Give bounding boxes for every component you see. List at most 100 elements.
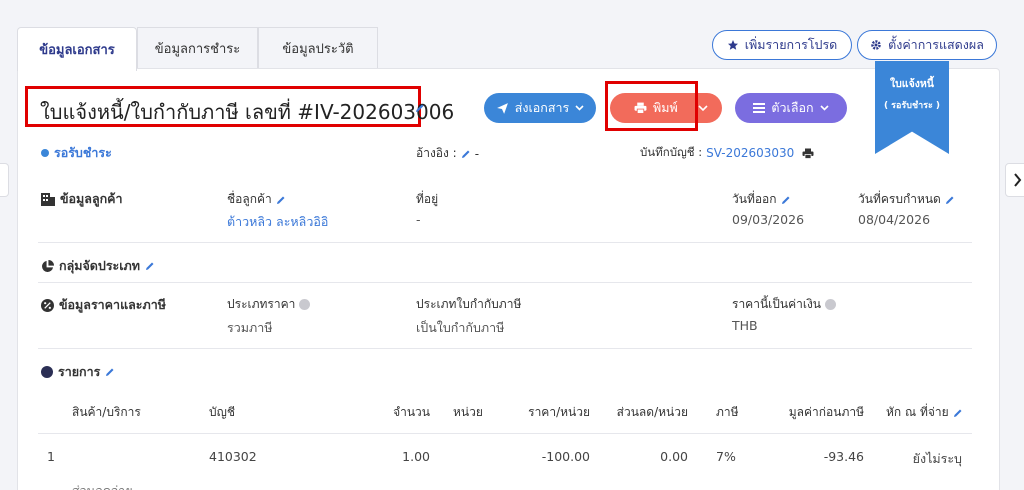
edit-withholding-icon[interactable]: [953, 408, 963, 418]
row-quantity: 1.00: [402, 449, 430, 464]
reference-field: อ้างอิง : -: [416, 144, 479, 163]
display-settings-label: ตั้งค่าการแสดงผล: [888, 37, 984, 52]
status-label: รอรับชำระ: [54, 145, 112, 160]
chevron-right-icon: [1013, 173, 1021, 187]
tax-invoice-type-value: เป็นใบกำกับภาษี: [416, 320, 505, 335]
gear-icon: [871, 40, 881, 50]
print-highlight: [605, 81, 698, 131]
tax-invoice-type-label: ประเภทใบกำกับภาษี: [416, 297, 522, 311]
pricing-section-label: ข้อมูลราคาและภาษี: [41, 295, 166, 315]
star-icon: [727, 40, 738, 50]
due-date-value: 08/04/2026: [858, 212, 931, 227]
due-date-label-text: วันที่ครบกำหนด: [858, 192, 941, 206]
page-title: ใบแจ้งหนี้/ใบกำกับภาษี เลขที่ #IV-202603…: [40, 100, 455, 124]
edit-reference-icon[interactable]: [461, 149, 471, 159]
list-icon: [753, 103, 766, 113]
journal-link[interactable]: SV-202603030: [706, 146, 794, 160]
row-tax: 7%: [716, 449, 736, 464]
row-discount: 0.00: [660, 449, 688, 464]
column-header-account: บัญชี: [209, 405, 235, 419]
column-header-unit-price: ราคา/หน่วย: [528, 405, 590, 419]
divider: [38, 348, 972, 349]
currency-label-text: ราคานี้เป็นค่าเงิน: [732, 297, 822, 311]
next-page-button[interactable]: [1005, 163, 1024, 197]
row-pre-tax: -93.46: [823, 449, 864, 464]
ribbon-status: ( รอรับชำระ ): [883, 101, 941, 111]
customer-section-label: ข้อมูลลูกค้า: [41, 189, 123, 209]
price-type-label: ประเภทราคา: [227, 295, 311, 314]
column-header-withholding-text: หัก ณ ที่จ่าย: [886, 405, 949, 419]
journal-field: บันทึกบัญชี : SV-202603030: [640, 144, 814, 162]
address-value: -: [416, 212, 421, 227]
price-type-label-text: ประเภทราคา: [227, 297, 296, 311]
edit-due-date-icon[interactable]: [945, 195, 955, 205]
print-dropdown-icon[interactable]: [698, 105, 708, 112]
options-label: ตัวเลือก: [771, 100, 814, 115]
next-row-partial: ส่วนลดจ่าย: [72, 481, 133, 490]
divider: [38, 242, 972, 243]
building-icon: [41, 192, 55, 206]
pie-chart-icon: [42, 259, 54, 272]
row-account: 410302: [209, 449, 257, 464]
price-type-value: รวมภาษี: [227, 320, 273, 335]
status-indicator: รอรับชำระ: [41, 143, 112, 163]
column-header-pre-tax: มูลค่าก่อนภาษี: [788, 405, 864, 419]
edit-classification-icon[interactable]: [145, 261, 155, 271]
row-number: 1: [47, 449, 55, 464]
column-header-discount: ส่วนลด/หน่วย: [616, 405, 688, 419]
customer-name-label: ชื่อลูกค้า: [227, 190, 286, 209]
paper-plane-icon: [496, 102, 508, 114]
tab-history-info[interactable]: ข้อมูลประวัติ: [258, 27, 378, 69]
edit-customer-icon[interactable]: [276, 195, 286, 205]
due-date-label: วันที่ครบกำหนด: [858, 190, 955, 209]
document-panel: [17, 68, 1000, 490]
display-settings-button[interactable]: ตั้งค่าการแสดงผล: [857, 30, 997, 60]
column-header-unit: หน่วย: [453, 405, 483, 419]
journal-label: บันทึกบัญชี :: [640, 145, 703, 159]
row-unit-price: -100.00: [541, 449, 590, 464]
classification-section-label: กลุ่มจัดประเภท: [41, 256, 155, 276]
reference-value: -: [474, 146, 480, 161]
tab-document-info[interactable]: ข้อมูลเอกสาร: [17, 27, 137, 71]
tab-payment-info[interactable]: ข้อมูลการชำระ: [137, 27, 258, 69]
column-header-tax: ภาษี: [716, 405, 739, 419]
ribbon-title: ใบแจ้งหนี้: [890, 78, 934, 90]
items-section-text: รายการ: [58, 364, 101, 379]
row-withholding: ยังไม่ระบุ: [912, 451, 962, 466]
customer-section-text: ข้อมูลลูกค้า: [60, 191, 123, 206]
column-header-product: สินค้า/บริการ: [72, 405, 141, 419]
info-icon[interactable]: [299, 299, 311, 310]
issue-date-value: 09/03/2026: [732, 212, 805, 227]
edit-items-icon[interactable]: [105, 367, 115, 377]
divider: [38, 433, 972, 434]
add-favorite-label: เพิ่มรายการโปรด: [744, 37, 838, 52]
divider: [38, 282, 972, 283]
issue-date-label-text: วันที่ออก: [732, 192, 777, 206]
percent-icon: [41, 298, 54, 312]
currency-label: ราคานี้เป็นค่าเงิน: [732, 295, 837, 314]
classification-section-text: กลุ่มจัดประเภท: [59, 258, 141, 273]
bullet-icon: [41, 366, 53, 378]
add-favorite-button[interactable]: เพิ่มรายการโปรด: [712, 30, 852, 60]
column-header-quantity: จำนวน: [393, 405, 430, 419]
chevron-down-icon: [575, 105, 584, 111]
status-dot: [41, 149, 49, 157]
send-document-button[interactable]: ส่งเอกสาร: [484, 93, 596, 123]
printer-icon[interactable]: [802, 148, 814, 159]
options-button[interactable]: ตัวเลือก: [735, 93, 847, 123]
edit-issue-date-icon[interactable]: [781, 195, 791, 205]
left-edge-handle[interactable]: [0, 163, 9, 197]
issue-date-label: วันที่ออก: [732, 190, 791, 209]
currency-value: THB: [732, 318, 758, 333]
pricing-section-text: ข้อมูลราคาและภาษี: [59, 297, 166, 312]
column-header-withholding: หัก ณ ที่จ่าย: [886, 403, 963, 422]
reference-label: อ้างอิง :: [416, 146, 457, 160]
chevron-down-icon: [820, 105, 829, 111]
customer-name-link[interactable]: ต้าวหลิว ละหลิวอิอิ: [227, 212, 328, 232]
customer-name-label-text: ชื่อลูกค้า: [227, 192, 272, 206]
send-document-label: ส่งเอกสาร: [514, 100, 570, 115]
edit-title-icon[interactable]: [415, 103, 425, 113]
address-label: ที่อยู่: [416, 192, 439, 206]
info-icon[interactable]: [825, 299, 837, 310]
items-section-label: รายการ: [41, 362, 115, 382]
